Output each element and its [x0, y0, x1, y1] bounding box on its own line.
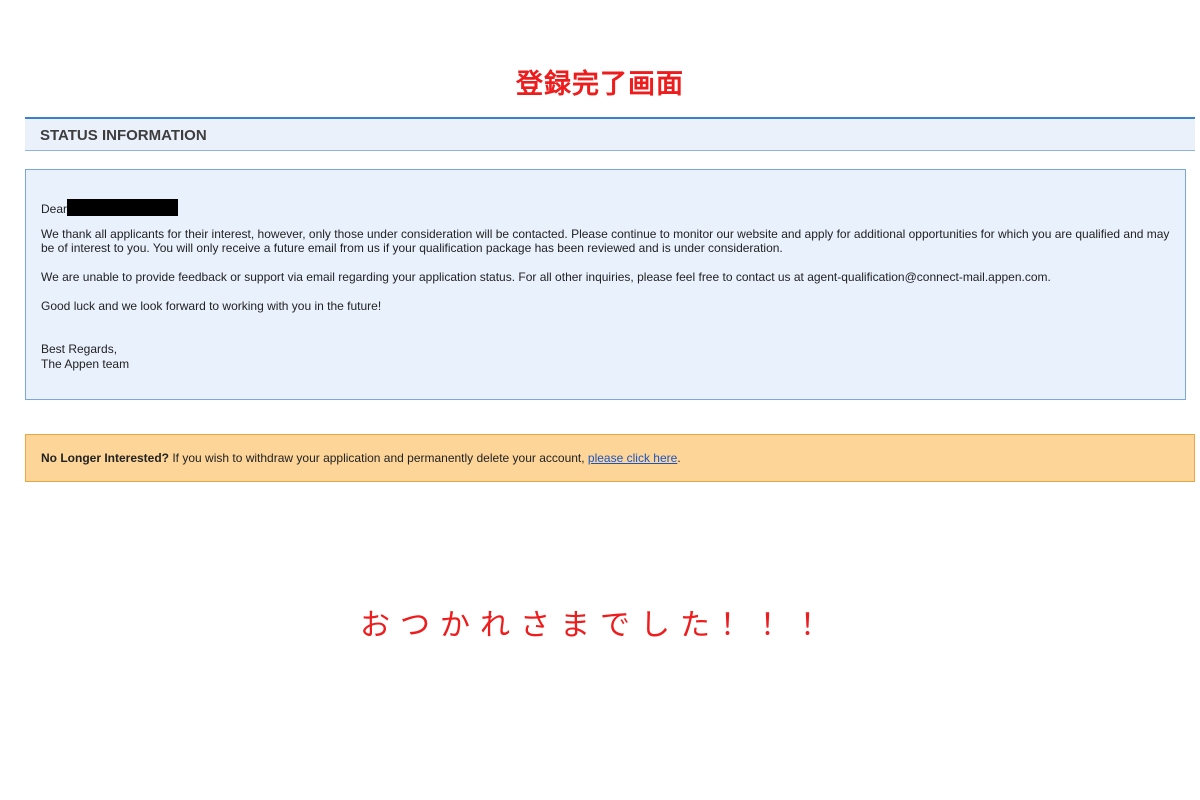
- top-caption: 登録完了画面: [516, 69, 684, 100]
- status-information-header: STATUS INFORMATION: [25, 117, 1195, 151]
- status-header-title: STATUS INFORMATION: [40, 127, 207, 144]
- withdraw-heading: No Longer Interested?: [41, 451, 170, 465]
- page: 登録完了画面 STATUS INFORMATION Dear We thank …: [0, 0, 1200, 800]
- greeting-text: Dear: [41, 202, 68, 216]
- status-message-box: Dear We thank all applicants for their i…: [25, 169, 1186, 400]
- signoff-team: The Appen team: [41, 357, 130, 371]
- redacted-name: [67, 199, 179, 216]
- bottom-caption: おつかれさまでした！！！: [360, 608, 840, 643]
- signoff-regards: Best Regards,: [41, 342, 118, 356]
- message-paragraph-2: We are unable to provide feedback or sup…: [41, 270, 1051, 284]
- withdraw-end: .: [677, 451, 681, 465]
- withdraw-notice-text: No Longer Interested? If you wish to wit…: [41, 451, 681, 465]
- withdraw-notice-bar: No Longer Interested? If you wish to wit…: [25, 434, 1195, 482]
- withdraw-description: If you wish to withdraw your application…: [169, 451, 588, 465]
- message-paragraph-1: We thank all applicants for their intere…: [41, 227, 1170, 255]
- withdraw-link[interactable]: please click here: [588, 451, 677, 465]
- greeting-line: Dear: [41, 199, 1171, 216]
- message-paragraph-3: Good luck and we look forward to working…: [41, 299, 382, 313]
